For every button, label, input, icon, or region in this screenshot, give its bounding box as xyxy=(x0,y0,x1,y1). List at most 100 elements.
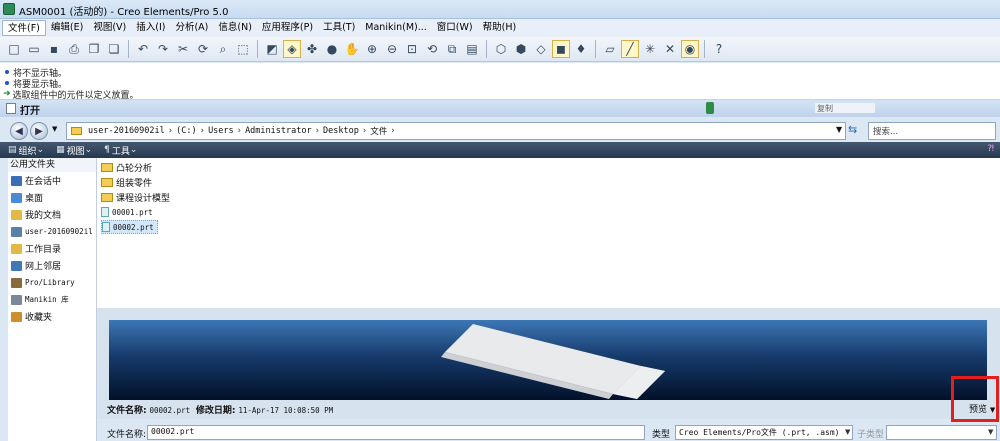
menu-edit[interactable]: 编辑(E) xyxy=(46,20,88,36)
whats-this-icon[interactable]: ? xyxy=(710,40,728,58)
status-marker-icon xyxy=(706,102,714,114)
breadcrumb-users[interactable]: Users xyxy=(208,126,234,136)
refit-icon[interactable]: ⊡ xyxy=(403,40,421,58)
breadcrumb-computer[interactable]: user-20160902il xyxy=(88,126,165,136)
help-icon[interactable]: ⁈ xyxy=(987,144,994,154)
preview-canvas[interactable] xyxy=(109,320,987,400)
chevron-right-icon[interactable]: › xyxy=(363,126,366,136)
forward-button[interactable]: ▶ xyxy=(30,122,48,140)
find-icon[interactable]: ⌕ xyxy=(214,40,232,58)
tools-menu[interactable]: ¶ 工具 ⌄ xyxy=(104,144,139,157)
view-icon[interactable]: ◩ xyxy=(263,40,281,58)
repaint-icon[interactable]: ▤ xyxy=(463,40,481,58)
organize-menu[interactable]: ▤ 组织 ⌄ xyxy=(8,144,46,157)
datum-plane-icon[interactable]: ▱ xyxy=(601,40,619,58)
list-item-selected[interactable]: 00002.prt xyxy=(101,220,158,234)
menu-analysis[interactable]: 分析(A) xyxy=(170,20,213,36)
menu-window[interactable]: 窗口(W) xyxy=(432,20,478,36)
breadcrumb-desktop[interactable]: Desktop xyxy=(323,126,359,136)
menu-applications[interactable]: 应用程序(P) xyxy=(257,20,318,36)
view-menu[interactable]: ▦ 视图 ⌄ xyxy=(56,144,94,157)
history-dropdown-icon[interactable]: ▼ xyxy=(52,125,57,133)
toolbar-separator xyxy=(486,40,487,58)
regenerate-icon[interactable]: ⟳ xyxy=(194,40,212,58)
search-input[interactable]: 搜索... xyxy=(868,122,996,140)
paste-icon[interactable]: ❏ xyxy=(105,40,123,58)
menu-view[interactable]: 视图(V) xyxy=(88,20,131,36)
menu-info[interactable]: 信息(N) xyxy=(213,20,257,36)
new-icon[interactable]: □ xyxy=(5,40,23,58)
print-icon[interactable]: ⎙ xyxy=(65,40,83,58)
sidebar-item-computer[interactable]: user-20160902il xyxy=(8,223,96,240)
undo-icon[interactable]: ↶ xyxy=(134,40,152,58)
address-dropdown-icon[interactable]: ▼ xyxy=(836,125,842,134)
address-bar[interactable]: user-20160902il › (C:) › Users › Adminis… xyxy=(66,122,846,140)
chevron-down-icon[interactable]: ▼ xyxy=(988,428,993,436)
sidebar-item-pro-library[interactable]: Pro/Library xyxy=(8,274,96,291)
sidebar-item-desktop[interactable]: 桌面 xyxy=(8,189,96,206)
menu-tools[interactable]: 工具(T) xyxy=(318,20,360,36)
back-button[interactable]: ◀ xyxy=(10,122,28,140)
breadcrumb-administrator[interactable]: Administrator xyxy=(245,126,312,136)
saved-views-icon[interactable]: ⧉ xyxy=(443,40,461,58)
menu-help[interactable]: 帮助(H) xyxy=(478,20,522,36)
list-item[interactable]: 课程设计模型 xyxy=(101,190,173,204)
open-icon[interactable]: ▭ xyxy=(25,40,43,58)
menu-insert[interactable]: 插入(I) xyxy=(131,20,170,36)
computer-icon xyxy=(11,226,22,237)
csys-icon[interactable]: ✕ xyxy=(661,40,679,58)
list-item[interactable]: 凸轮分析 xyxy=(101,160,155,174)
wireframe-icon[interactable]: ⬡ xyxy=(492,40,510,58)
save-icon[interactable]: ▪ xyxy=(45,40,63,58)
layer-icon[interactable]: ◈ xyxy=(283,40,301,58)
subtype-select[interactable] xyxy=(886,425,997,440)
menu-manikin[interactable]: Manikin(M)... xyxy=(360,20,432,36)
copy-icon[interactable]: ❐ xyxy=(85,40,103,58)
chevron-right-icon[interactable]: › xyxy=(238,126,241,136)
zoom-in-icon[interactable]: ⊕ xyxy=(363,40,381,58)
pan-icon[interactable]: ✋ xyxy=(343,40,361,58)
list-item[interactable]: 00001.prt xyxy=(101,205,156,219)
block-top-face xyxy=(445,324,641,394)
datum-point-icon[interactable]: ✳ xyxy=(641,40,659,58)
toolbar-separator xyxy=(257,40,258,58)
file-info-line: 文件名称: 00002.prt 修改日期: 11-Apr-17 10:08:50… xyxy=(107,403,333,416)
preview-button[interactable]: 预览 ▼ xyxy=(969,402,995,415)
model-tree-icon[interactable]: ♦ xyxy=(572,40,590,58)
sidebar-item-my-documents[interactable]: 我的文档 xyxy=(8,206,96,223)
menu-file[interactable]: 文件(F) xyxy=(2,20,46,36)
spin-icon[interactable]: ● xyxy=(323,40,341,58)
chevron-right-icon[interactable]: › xyxy=(391,126,394,136)
orient-icon[interactable]: ⟲ xyxy=(423,40,441,58)
desktop-icon xyxy=(11,192,22,203)
redo-icon[interactable]: ↷ xyxy=(154,40,172,58)
select-icon[interactable]: ⬚ xyxy=(234,40,252,58)
zoom-out-icon[interactable]: ⊖ xyxy=(383,40,401,58)
shading-icon[interactable]: ◼ xyxy=(552,40,570,58)
appearance-icon[interactable]: ✤ xyxy=(303,40,321,58)
filename-input[interactable]: 00002.prt xyxy=(147,425,645,440)
chevron-right-icon[interactable]: › xyxy=(316,126,319,136)
chevron-down-icon[interactable]: ▼ xyxy=(845,428,850,436)
spin-center-icon[interactable]: ◉ xyxy=(681,40,699,58)
breadcrumb-files[interactable]: 文件 xyxy=(370,125,387,137)
colon: : xyxy=(231,406,236,416)
sidebar-item-in-session[interactable]: 在会话中 xyxy=(8,172,96,189)
sidebar-item-working-directory[interactable]: 工作目录 xyxy=(8,240,96,257)
sidebar-item-favorites[interactable]: 收藏夹 xyxy=(8,308,96,325)
datum-axis-icon[interactable]: ╱ xyxy=(621,40,639,58)
breadcrumb-drive[interactable]: (C:) xyxy=(176,126,196,136)
window-title: ASM0001 (活动的) - Creo Elements/Pro 5.0 xyxy=(19,7,229,18)
type-select[interactable]: Creo Elements/Pro文件 (.prt, .asm) xyxy=(675,425,853,440)
hidden-line-icon[interactable]: ⬢ xyxy=(512,40,530,58)
cut-icon[interactable]: ✂ xyxy=(174,40,192,58)
chevron-right-icon[interactable]: › xyxy=(201,126,204,136)
list-item[interactable]: 组装零件 xyxy=(101,175,155,189)
chevron-right-icon[interactable]: › xyxy=(169,126,172,136)
folder-icon xyxy=(101,162,113,172)
refresh-icon[interactable]: ⇆ xyxy=(848,123,862,137)
chevron-down-icon: ⌄ xyxy=(129,145,138,155)
no-hidden-icon[interactable]: ◇ xyxy=(532,40,550,58)
sidebar-item-manikin-library[interactable]: Manikin 库 xyxy=(8,291,96,308)
sidebar-item-network[interactable]: 网上邻居 xyxy=(8,257,96,274)
